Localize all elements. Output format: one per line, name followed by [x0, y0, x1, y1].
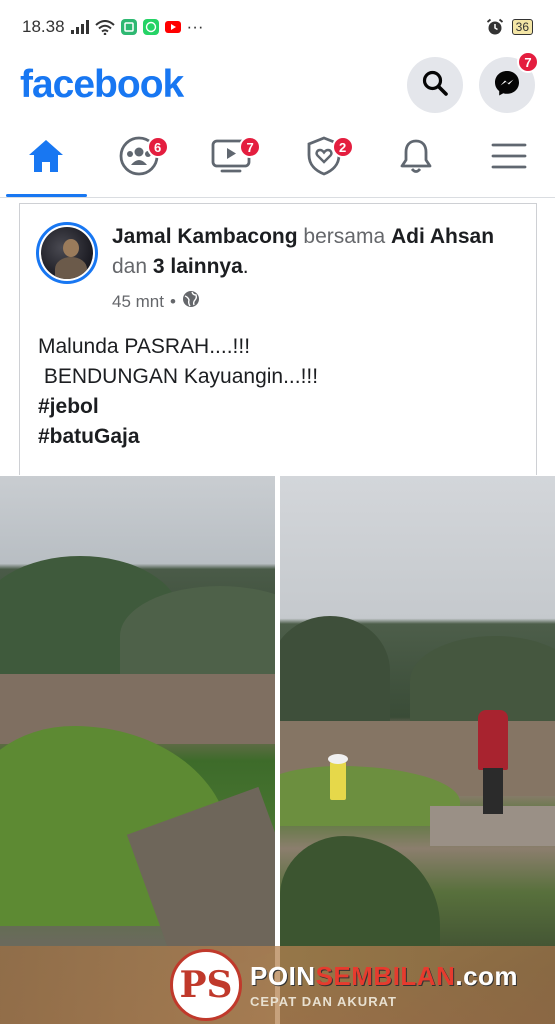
watermark-tagline: CEPAT DAN AKURAT — [250, 994, 397, 1009]
post-card: Jamal Kambacong bersama Adi Ahsan dan 3 … — [19, 203, 537, 475]
hashtag-link[interactable]: #jebol — [38, 392, 318, 422]
whatsapp-icon — [142, 19, 159, 35]
avatar-photo — [41, 227, 93, 279]
globe-icon — [182, 290, 200, 313]
tab-menu[interactable] — [463, 120, 555, 197]
watermark-name: POINSEMBILAN.com — [250, 961, 518, 992]
post-photo-right[interactable] — [280, 476, 555, 1024]
main-nav: 6 7 2 — [0, 120, 555, 198]
status-bar: 18.38 ··· 36 — [0, 0, 555, 54]
signal-icon — [70, 20, 89, 34]
messenger-badge: 7 — [517, 51, 539, 73]
watermark-name-suffix: .com — [455, 961, 519, 991]
photo-person-legs — [483, 768, 503, 814]
battery-indicator: 36 — [511, 19, 533, 35]
more-dots-icon: ··· — [186, 17, 204, 36]
post-header: Jamal Kambacong bersama Adi Ahsan dan 3 … — [36, 222, 522, 313]
facebook-logo[interactable]: facebook — [20, 63, 184, 107]
photo-umbrella — [328, 754, 348, 764]
photo-hill — [280, 616, 390, 726]
author-line: Jamal Kambacong bersama Adi Ahsan dan 3 … — [112, 222, 522, 282]
tab-dating[interactable]: 2 — [278, 120, 371, 197]
photo-person — [478, 710, 508, 770]
period: . — [242, 255, 249, 278]
dating-badge: 2 — [331, 136, 354, 158]
alarm-icon — [486, 18, 504, 36]
groups-badge: 6 — [146, 136, 169, 158]
watermark-text: POINSEMBILAN.com CEPAT DAN AKURAT — [250, 961, 518, 1009]
avatar[interactable] — [36, 222, 98, 284]
author-name[interactable]: Jamal Kambacong — [112, 225, 298, 248]
tab-home[interactable] — [0, 120, 93, 197]
search-button[interactable] — [407, 57, 463, 113]
with-word: bersama — [303, 225, 386, 248]
watermark-banner: PS POINSEMBILAN.com CEPAT DAN AKURAT — [0, 946, 555, 1024]
watch-badge: 7 — [239, 136, 262, 158]
watermark-logo: PS — [170, 949, 242, 1021]
meta-separator: • — [169, 291, 176, 311]
post-photo-left[interactable] — [0, 476, 275, 1024]
tab-groups[interactable]: 6 — [93, 120, 186, 197]
author-block: Jamal Kambacong bersama Adi Ahsan dan 3 … — [112, 222, 522, 313]
tagged-name[interactable]: Adi Ahsan — [391, 225, 494, 248]
status-time: 18.38 — [22, 17, 65, 36]
messenger-button[interactable]: 7 — [479, 51, 539, 113]
sim-app-icon — [120, 19, 137, 35]
hamburger-icon — [490, 140, 528, 177]
home-icon — [26, 137, 66, 180]
post-line: BENDUNGAN Kayuangin...!!! — [38, 365, 319, 388]
bell-icon — [397, 136, 435, 181]
status-right: 36 — [486, 18, 533, 36]
tab-notifications[interactable] — [370, 120, 463, 197]
tab-watch[interactable]: 7 — [185, 120, 278, 197]
photo-child — [330, 758, 346, 800]
post-time[interactable]: 45 mnt — [112, 292, 164, 312]
post-meta: 45 mnt • — [112, 290, 522, 313]
youtube-icon — [164, 21, 181, 33]
app-header: facebook 7 — [0, 51, 555, 116]
post-text: Malunda PASRAH....!!! BENDUNGAN Kayuangi… — [38, 332, 318, 452]
messenger-icon — [492, 68, 522, 103]
search-icon — [421, 69, 449, 102]
post-line: Malunda PASRAH....!!! — [38, 335, 251, 358]
others-link[interactable]: 3 lainnya — [153, 255, 243, 278]
hashtag-link[interactable]: #batuGaja — [38, 422, 318, 452]
and-word: dan — [112, 255, 148, 278]
header-actions: 7 — [407, 51, 539, 113]
watermark-name-accent: SEMBILAN — [315, 961, 456, 991]
watermark-name-main: POIN — [250, 961, 316, 991]
status-left: 18.38 ··· — [22, 17, 204, 37]
wifi-icon — [94, 19, 115, 35]
